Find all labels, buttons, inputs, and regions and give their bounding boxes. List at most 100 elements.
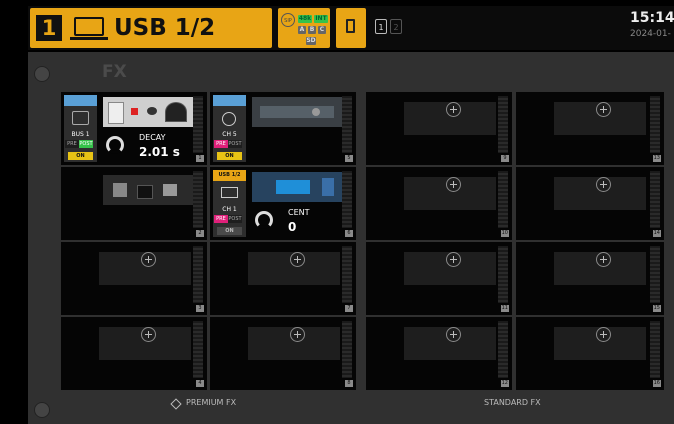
source-card[interactable]: USB 1/2 CH 1 PRE POST ON	[213, 170, 246, 237]
slot-c-badge: C	[318, 26, 326, 34]
source-card[interactable]: CH 5 PRE POST ON	[213, 95, 246, 162]
rack-grill	[193, 96, 203, 153]
rack-grill	[498, 321, 508, 378]
source-label: CH 5	[222, 131, 237, 138]
decay-knob[interactable]	[106, 136, 124, 154]
slot-number: 13	[652, 155, 661, 162]
slot-number: 1	[196, 155, 204, 162]
on-button[interactable]: ON	[217, 152, 242, 160]
fx-slot-14[interactable]: 14	[516, 167, 664, 240]
add-fx-icon[interactable]	[446, 177, 461, 192]
source-card[interactable]: BUS 1 PRE POST ON	[64, 95, 97, 162]
slot-number: 4	[196, 380, 204, 387]
pre-label: PRE	[65, 140, 79, 148]
slot-a-badge: A	[298, 26, 306, 34]
pre-post-toggle[interactable]: PRE POST	[214, 215, 245, 223]
source-tag: USB 1/2	[213, 170, 246, 181]
add-fx-icon[interactable]	[596, 327, 611, 342]
laptop-icon	[70, 17, 108, 40]
rack-grill	[193, 321, 203, 378]
usb-status[interactable]	[336, 8, 366, 48]
add-fx-icon[interactable]	[290, 327, 305, 342]
usb-drive-icon	[346, 19, 355, 33]
fx-slot-9[interactable]: 9	[366, 92, 512, 165]
pitch-device-thumbnail[interactable]	[252, 172, 342, 202]
xlr-icon	[222, 112, 236, 126]
panel-title: FX	[102, 62, 127, 82]
fx-slot-1[interactable]: BUS 1 PRE POST ON DECAY 2.01 s 1	[61, 92, 207, 165]
bank-2-button[interactable]: 2	[390, 19, 402, 34]
sample-rate-badge: 48k	[298, 15, 312, 23]
source-selector[interactable]: 1 USB 1/2	[30, 8, 272, 48]
fx-slot-12[interactable]: 12	[366, 317, 512, 390]
add-fx-icon[interactable]	[141, 327, 156, 342]
pre-label: PRE	[214, 215, 228, 223]
source-color-bar	[64, 95, 97, 106]
rack-grill	[498, 246, 508, 303]
rack-grill	[193, 171, 203, 228]
slot-number: 8	[345, 380, 353, 387]
param-name: DECAY	[139, 133, 166, 142]
screw-icon	[34, 66, 50, 82]
fx-device-thumbnail[interactable]	[103, 175, 193, 205]
fx-slot-6[interactable]: USB 1/2 CH 1 PRE POST ON CENT 0 6	[210, 167, 356, 240]
status-indicators[interactable]: SIP 48k INT A B C SD	[278, 8, 330, 48]
post-label: POST	[228, 215, 242, 223]
fx-slot-11[interactable]: 11	[366, 242, 512, 315]
slot-number: 16	[652, 380, 661, 387]
add-fx-icon[interactable]	[596, 252, 611, 267]
rack-grill	[650, 96, 660, 153]
fx-slot-13[interactable]: 13	[516, 92, 664, 165]
add-fx-icon[interactable]	[141, 252, 156, 267]
add-fx-icon[interactable]	[446, 252, 461, 267]
sd-badge: SD	[306, 37, 316, 45]
slot-number: 6	[345, 230, 353, 237]
on-button[interactable]: ON	[217, 227, 242, 235]
fx-slot-10[interactable]: 10	[366, 167, 512, 240]
compressor-device-thumbnail[interactable]	[252, 97, 342, 127]
slot-number: 5	[345, 155, 353, 162]
rack-grill	[650, 171, 660, 228]
add-fx-icon[interactable]	[596, 177, 611, 192]
cent-knob[interactable]	[255, 211, 273, 229]
source-color-bar	[213, 95, 246, 106]
source-label: BUS 1	[71, 131, 90, 138]
slot-number: 12	[500, 380, 509, 387]
add-fx-icon[interactable]	[596, 102, 611, 117]
fx-slot-3[interactable]: 3	[61, 242, 207, 315]
fx-slot-2[interactable]: 2	[61, 167, 207, 240]
fx-slot-15[interactable]: 15	[516, 242, 664, 315]
pre-post-toggle[interactable]: PRE POST	[214, 140, 245, 148]
add-fx-icon[interactable]	[446, 102, 461, 117]
date: 2024-01-	[630, 29, 671, 39]
param-value: 2.01 s	[139, 145, 180, 159]
slot-number: 2	[196, 230, 204, 237]
fx-slot-7[interactable]: 7	[210, 242, 356, 315]
add-fx-icon[interactable]	[446, 327, 461, 342]
clock: 15:14:0	[630, 10, 674, 26]
pre-post-toggle[interactable]: PRE POST	[65, 140, 96, 148]
on-button[interactable]: ON	[68, 152, 93, 160]
add-fx-icon[interactable]	[290, 252, 305, 267]
slot-number: 15	[652, 305, 661, 312]
slot-number: 7	[345, 305, 353, 312]
fx-slot-5[interactable]: CH 5 PRE POST ON 5	[210, 92, 356, 165]
param-name: CENT	[288, 208, 310, 217]
screw-icon	[34, 402, 50, 418]
rack-grill	[498, 96, 508, 153]
source-number: 1	[36, 15, 62, 41]
fx-slot-16[interactable]: 16	[516, 317, 664, 390]
slot-number: 3	[196, 305, 204, 312]
rack-grill	[342, 171, 352, 228]
slot-number: 10	[500, 230, 509, 237]
fx-slot-8[interactable]: 8	[210, 317, 356, 390]
premium-fx-label: PREMIUM FX	[186, 398, 237, 407]
slot-number: 14	[652, 230, 661, 237]
slot-b-badge: B	[308, 26, 316, 34]
pre-label: PRE	[214, 140, 228, 148]
laptop-icon	[221, 187, 238, 198]
reverb-device-thumbnail[interactable]	[103, 97, 193, 127]
bank-1-button[interactable]: 1	[375, 19, 387, 34]
param-value: 0	[288, 220, 297, 234]
fx-slot-4[interactable]: 4	[61, 317, 207, 390]
